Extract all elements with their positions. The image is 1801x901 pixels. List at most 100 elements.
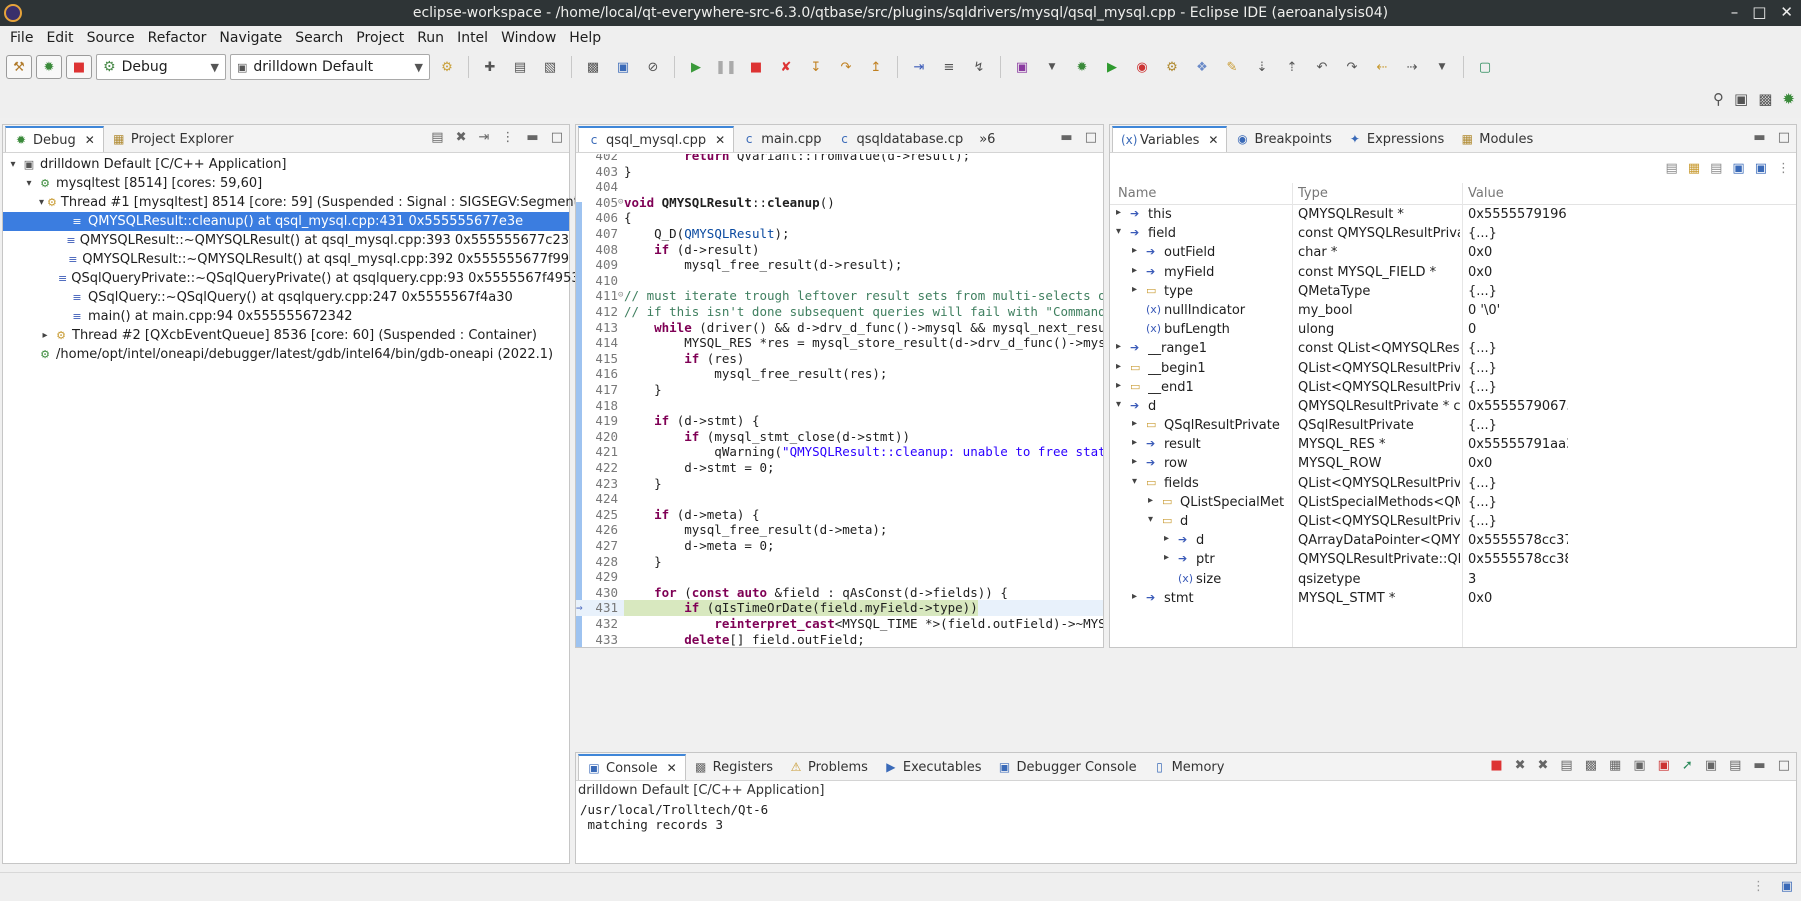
remove-launch-icon[interactable]: ✖ [1515, 758, 1526, 773]
remove-terminated-icon[interactable]: ✖ [456, 130, 467, 145]
variable-row[interactable]: ▸ ▭ __begin1 QList<QMYSQLResultPrivate::{..… [1110, 359, 1796, 378]
code-line[interactable]: 405 ⊝ void QMYSQLResult::cleanup() [576, 195, 1103, 211]
menu-navigate[interactable]: Navigate [219, 30, 282, 46]
tab-expressions[interactable]: ✦ Expressions [1340, 126, 1452, 152]
menu-file[interactable]: File [10, 30, 33, 46]
use-step-filters-icon[interactable]: ↯ [966, 55, 992, 79]
code-line[interactable]: 417 } [576, 382, 1103, 398]
code-line[interactable]: 428 } [576, 554, 1103, 570]
menu-source[interactable]: Source [87, 30, 135, 46]
tab-registers[interactable]: ▩ Registers [686, 754, 781, 780]
instruction-step-icon[interactable]: ⇥ [906, 55, 932, 79]
search-tool-icon[interactable]: ✎ [1219, 55, 1245, 79]
search-icon[interactable]: ⚲ [1713, 90, 1724, 108]
minimize-view-icon[interactable]: ▬ [1753, 130, 1765, 145]
new-icon[interactable]: ✚ [477, 55, 503, 79]
show-console-on-error-icon[interactable]: ▣ [1658, 758, 1670, 773]
dropdown-icon[interactable]: ▼ [1039, 55, 1065, 79]
scroll-lock-icon[interactable]: ▩ [1585, 758, 1597, 773]
expanded-chevron-icon[interactable]: ▾ [1116, 399, 1121, 410]
code-line[interactable]: 433 delete[] field.outField; [576, 632, 1103, 647]
collapsed-chevron-icon[interactable]: ▸ [1116, 207, 1121, 218]
tab-qsqldatabase[interactable]: c qsqldatabase.cp [830, 126, 972, 152]
variable-row[interactable]: ▸ ➔ outField char * 0x0 [1110, 243, 1796, 262]
step-into-icon[interactable]: ↧ [803, 55, 829, 79]
terminal-icon[interactable]: ▣ [610, 55, 636, 79]
open-type-icon[interactable]: ❖ [1189, 55, 1215, 79]
stack-frame-row[interactable]: ≡ QSqlQueryPrivate::~QSqlQueryPrivate() a… [3, 269, 580, 288]
menu-intel[interactable]: Intel [457, 30, 488, 46]
code-line[interactable]: 420 if (mysql_stmt_close(d->stmt)) [576, 429, 1103, 445]
expanded-chevron-icon[interactable]: ▾ [1132, 476, 1137, 487]
variable-row[interactable]: ▸ ➔ this QMYSQLResult * 0x555557919610 [1110, 205, 1796, 224]
external-tools-icon[interactable]: ⚙ [1159, 55, 1185, 79]
code-line[interactable]: 410 [576, 273, 1103, 289]
variable-row[interactable]: ▸ ▭ QListSpecialMethod QListSpecialMethods<… [1110, 493, 1796, 512]
arrow-left-icon[interactable]: ⇠ [1369, 55, 1395, 79]
variable-row[interactable]: ▸ ➔ __range1 const QList<QMYSQLResultPr {...… [1110, 339, 1796, 358]
collapsed-chevron-icon[interactable]: ▸ [1132, 418, 1137, 429]
variable-row[interactable]: ▸ ➔ row MYSQL_ROW 0x0 [1110, 454, 1796, 473]
code-line[interactable]: 409 mysql_free_result(d->result); [576, 257, 1103, 273]
stack-frame-row[interactable]: ≡ QMYSQLResult::~QMYSQLResult() at qsql_m… [3, 250, 569, 269]
variable-row[interactable]: ▸ ➔ result MYSQL_RES * 0x55555791aa30 [1110, 435, 1796, 454]
close-icon[interactable]: ✕ [1208, 133, 1218, 147]
debug-bug-icon[interactable]: ✹ [36, 55, 62, 79]
expanded-chevron-icon[interactable]: ▾ [7, 159, 19, 170]
tab-overflow[interactable]: »6 [971, 126, 1003, 152]
code-line[interactable]: 403} [576, 164, 1103, 180]
close-icon[interactable]: ✕ [715, 133, 725, 147]
code-line[interactable]: 408 if (d->result) [576, 242, 1103, 258]
step-return-icon[interactable]: ↥ [863, 55, 889, 79]
code-line[interactable]: 413 while (driver() && d->drv_d_func()->… [576, 320, 1103, 336]
notifications-icon[interactable]: ▣ [1781, 879, 1793, 894]
suspend-icon[interactable]: ❚❚ [713, 55, 739, 79]
maximize-view-icon[interactable]: □ [551, 130, 563, 145]
collapsed-chevron-icon[interactable]: ▸ [1132, 437, 1137, 448]
arrow-right-icon[interactable]: ⇢ [1399, 55, 1425, 79]
tab-debug[interactable]: ✹ Debug ✕ [5, 126, 104, 152]
variable-row[interactable]: ▸ ➔ myField const MYSQL_FIELD * 0x0 [1110, 263, 1796, 282]
collapsed-chevron-icon[interactable]: ▸ [1164, 552, 1169, 563]
maximize-button[interactable]: □ [1752, 3, 1766, 21]
variable-row[interactable]: ▾ ▭ fields QList<QMYSQLResultPrivate::{...} [1110, 474, 1796, 493]
remove-global-variables-icon[interactable]: ▣ [1755, 161, 1767, 176]
code-line[interactable]: 404 [576, 179, 1103, 195]
debug-tree-row[interactable]: ⚙ /home/opt/intel/oneapi/debugger/latest/… [3, 345, 569, 364]
code-line[interactable]: 424 [576, 491, 1103, 507]
collapsed-chevron-icon[interactable]: ▸ [1148, 495, 1153, 506]
collapsed-chevron-icon[interactable]: ▸ [1132, 245, 1137, 256]
debug-run-icon[interactable]: ✹ [1069, 55, 1095, 79]
save-icon[interactable]: ▤ [507, 55, 533, 79]
variable-row[interactable]: (x) nullIndicator my_bool 0 '\0' [1110, 301, 1796, 320]
column-divider[interactable] [1462, 183, 1463, 647]
menu-project[interactable]: Project [356, 30, 404, 46]
tab-debugger-console[interactable]: ▣ Debugger Console [989, 754, 1144, 780]
minimize-button[interactable]: – [1731, 3, 1739, 21]
maximize-view-icon[interactable]: □ [1778, 758, 1790, 773]
collapsed-chevron-icon[interactable]: ▸ [1132, 265, 1137, 276]
current-code-line[interactable]: 431 ⇒ if (qIsTimeOrDate(field.myField->ty… [576, 600, 1103, 616]
skip-breakpoints-icon[interactable]: ⊘ [640, 55, 666, 79]
pin-console-icon[interactable]: ➚ [1682, 758, 1693, 773]
minimize-view-icon[interactable]: ▬ [526, 130, 538, 145]
code-line[interactable]: 416 mysql_free_result(res); [576, 366, 1103, 382]
column-type[interactable]: Type [1298, 186, 1328, 201]
expanded-chevron-icon[interactable]: ▾ [1148, 514, 1153, 525]
tab-executables[interactable]: ▶ Executables [876, 754, 990, 780]
tab-memory[interactable]: ▯ Memory [1145, 754, 1233, 780]
variable-row[interactable]: ▸ ➔ d QArrayDataPointer<QMYSQLI 0x5555578cc3… [1110, 531, 1796, 550]
binary-icon[interactable]: ▩ [580, 55, 606, 79]
collapsed-chevron-icon[interactable]: ▸ [1116, 341, 1121, 352]
view-menu-icon[interactable]: ⋮ [1777, 161, 1790, 176]
step-over-icon[interactable]: ↷ [833, 55, 859, 79]
collapsed-chevron-icon[interactable]: ▸ [1116, 361, 1121, 372]
column-value[interactable]: Value [1468, 186, 1504, 201]
stack-frame-row[interactable]: ≡ main() at main.cpp:94 0x555555672342 [3, 307, 569, 326]
code-line[interactable]: 407 Q_D(QMYSQLResult); [576, 226, 1103, 242]
code-line[interactable]: 425 if (d->meta) { [576, 507, 1103, 523]
expanded-chevron-icon[interactable]: ▾ [1116, 226, 1121, 237]
remove-all-terminated-icon[interactable]: ✖ [1538, 758, 1549, 773]
launch-settings-gear-icon[interactable]: ⚙ [434, 55, 460, 79]
menu-run[interactable]: Run [417, 30, 444, 46]
